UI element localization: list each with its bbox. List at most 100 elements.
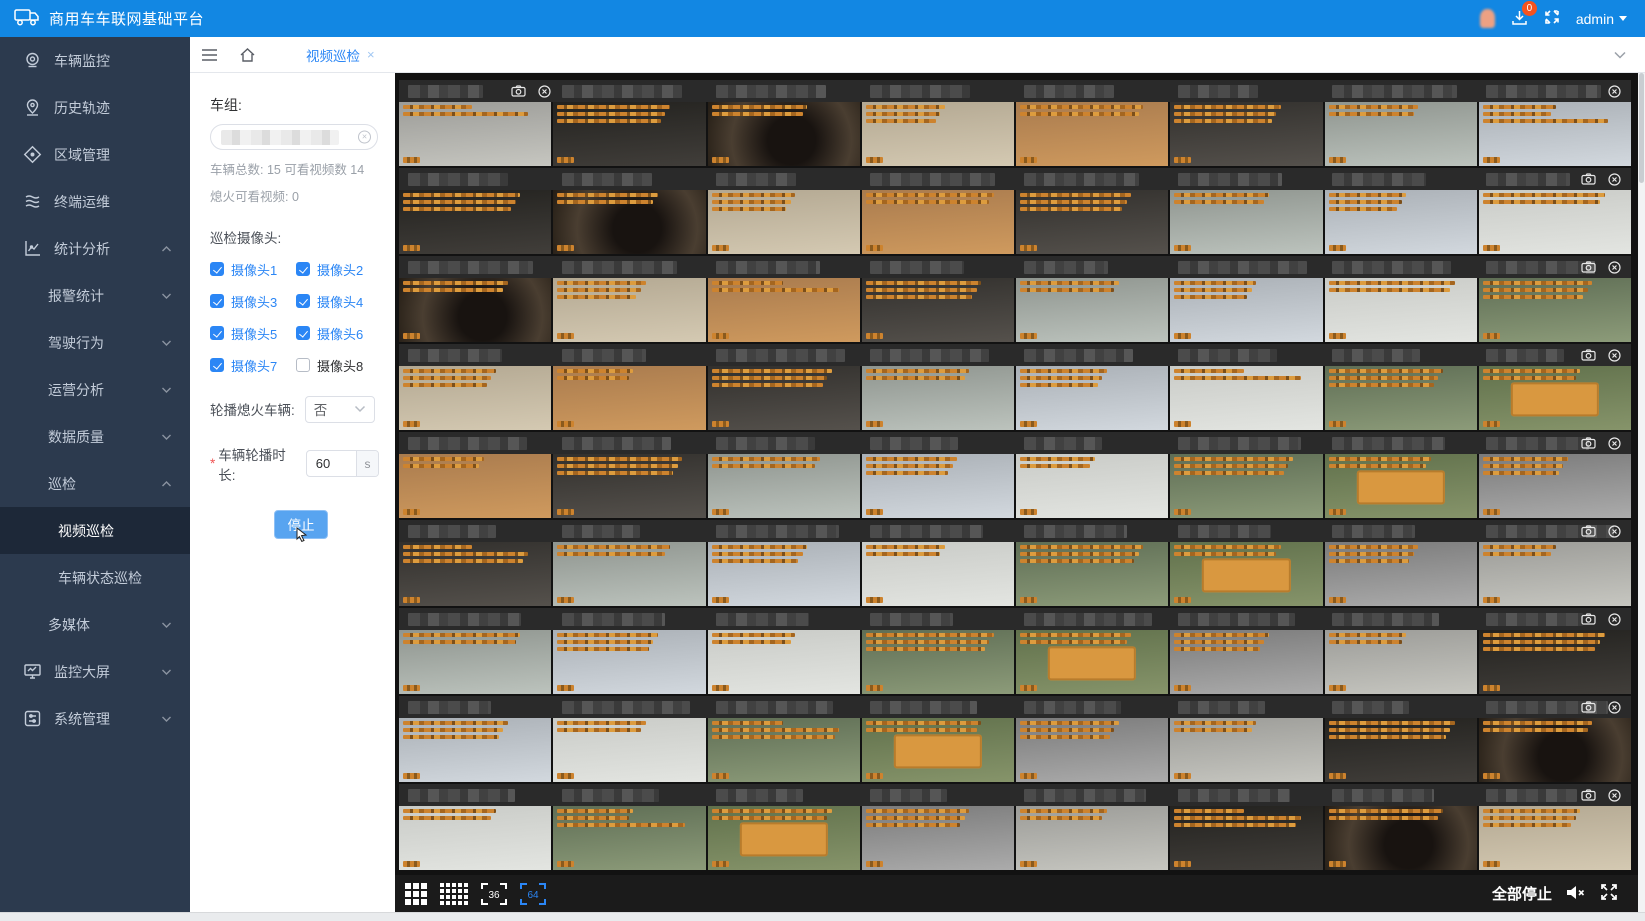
video-cell-r6c5[interactable]: [1016, 542, 1168, 606]
sidebar-item-9[interactable]: 数据质量: [0, 413, 190, 460]
video-cell-r1c8[interactable]: [1479, 102, 1631, 166]
sidebar-item-5[interactable]: 统计分析: [0, 225, 190, 272]
video-cell-r7c5[interactable]: [1016, 630, 1168, 694]
video-cell-r6c1[interactable]: [399, 542, 551, 606]
clear-input-icon[interactable]: ×: [358, 131, 371, 144]
video-cell-r2c4[interactable]: [862, 190, 1014, 254]
duration-input[interactable]: 60 s: [306, 450, 379, 477]
snapshot-camera-icon[interactable]: [1581, 613, 1596, 625]
camera-checkbox-8[interactable]: 摄像头8: [296, 356, 382, 375]
video-cell-r9c6[interactable]: [1170, 806, 1322, 870]
vehicle-group-input[interactable]: ×: [210, 124, 378, 150]
video-cell-r1c7[interactable]: [1325, 102, 1477, 166]
close-video-icon[interactable]: [1608, 261, 1621, 274]
tab-close-icon[interactable]: ×: [367, 47, 375, 62]
camera-checkbox-1[interactable]: 摄像头1: [210, 260, 296, 279]
video-cell-r5c2[interactable]: [553, 454, 705, 518]
stop-all-button[interactable]: 全部停止: [1492, 883, 1552, 904]
close-video-icon[interactable]: [1608, 85, 1621, 98]
video-cell-r2c6[interactable]: [1170, 190, 1322, 254]
video-cell-r3c4[interactable]: [862, 278, 1014, 342]
video-cell-r8c8[interactable]: [1479, 718, 1631, 782]
camera-checkbox-5[interactable]: 摄像头5: [210, 324, 296, 343]
video-cell-r9c5[interactable]: [1016, 806, 1168, 870]
video-cell-r3c1[interactable]: [399, 278, 551, 342]
video-cell-r7c3[interactable]: [708, 630, 860, 694]
scrollbar-thumb[interactable]: [1639, 73, 1644, 183]
video-cell-r4c8[interactable]: [1479, 366, 1631, 430]
video-cell-r2c7[interactable]: [1325, 190, 1477, 254]
video-cell-r2c2[interactable]: [553, 190, 705, 254]
video-cell-r1c2[interactable]: [553, 102, 705, 166]
sidebar-item-11[interactable]: 视频巡检: [0, 507, 190, 554]
snapshot-camera-icon[interactable]: [1581, 437, 1596, 449]
camera-checkbox-4[interactable]: 摄像头4: [296, 292, 382, 311]
video-cell-r6c3[interactable]: [708, 542, 860, 606]
sidebar-item-12[interactable]: 车辆状态巡检: [0, 554, 190, 601]
snapshot-camera-icon[interactable]: [511, 85, 526, 97]
close-video-icon[interactable]: [538, 85, 551, 98]
video-cell-r9c3[interactable]: [708, 806, 860, 870]
expand-fullscreen-icon[interactable]: [1600, 883, 1618, 904]
video-cell-r7c2[interactable]: [553, 630, 705, 694]
video-cell-r5c6[interactable]: [1170, 454, 1322, 518]
video-cell-r4c3[interactable]: [708, 366, 860, 430]
video-cell-r2c3[interactable]: [708, 190, 860, 254]
video-cell-r5c5[interactable]: [1016, 454, 1168, 518]
snapshot-camera-icon[interactable]: [1581, 525, 1596, 537]
close-video-icon[interactable]: [1608, 173, 1621, 186]
layout-25-grid-icon[interactable]: [440, 883, 468, 905]
close-video-icon[interactable]: [1608, 613, 1621, 626]
video-cell-r3c3[interactable]: [708, 278, 860, 342]
snapshot-camera-icon[interactable]: [1581, 789, 1596, 801]
video-cell-r3c7[interactable]: [1325, 278, 1477, 342]
sidebar-item-7[interactable]: 驾驶行为: [0, 319, 190, 366]
collapse-menu-icon[interactable]: [190, 37, 228, 73]
video-cell-r5c4[interactable]: [862, 454, 1014, 518]
close-video-icon[interactable]: [1608, 701, 1621, 714]
video-cell-r3c5[interactable]: [1016, 278, 1168, 342]
video-cell-r5c8[interactable]: [1479, 454, 1631, 518]
close-video-icon[interactable]: [1608, 789, 1621, 802]
video-cell-r2c1[interactable]: [399, 190, 551, 254]
video-cell-r6c7[interactable]: [1325, 542, 1477, 606]
layout-9-grid-icon[interactable]: [405, 883, 427, 905]
tab-list-chevron-icon[interactable]: [1613, 50, 1627, 60]
video-cell-r6c6[interactable]: [1170, 542, 1322, 606]
video-cell-r8c3[interactable]: [708, 718, 860, 782]
video-cell-r9c1[interactable]: [399, 806, 551, 870]
sidebar-item-14[interactable]: 监控大屏: [0, 648, 190, 695]
sidebar-item-3[interactable]: 区域管理: [0, 131, 190, 178]
video-cell-r5c7[interactable]: [1325, 454, 1477, 518]
close-video-icon[interactable]: [1608, 349, 1621, 362]
video-cell-r1c6[interactable]: [1170, 102, 1322, 166]
video-cell-r3c8[interactable]: [1479, 278, 1631, 342]
camera-checkbox-7[interactable]: 摄像头7: [210, 356, 296, 375]
video-cell-r4c7[interactable]: [1325, 366, 1477, 430]
video-cell-r8c4[interactable]: [862, 718, 1014, 782]
video-cell-r1c1[interactable]: [399, 102, 551, 166]
vertical-scrollbar[interactable]: [1638, 73, 1645, 912]
video-cell-r4c4[interactable]: [862, 366, 1014, 430]
video-cell-r6c2[interactable]: [553, 542, 705, 606]
camera-checkbox-2[interactable]: 摄像头2: [296, 260, 382, 279]
snapshot-camera-icon[interactable]: [1581, 173, 1596, 185]
video-cell-r4c1[interactable]: [399, 366, 551, 430]
download-icon[interactable]: 0: [1511, 9, 1528, 29]
snapshot-camera-icon[interactable]: [1581, 349, 1596, 361]
snapshot-camera-icon[interactable]: [1581, 261, 1596, 273]
home-icon[interactable]: [228, 37, 266, 73]
camera-checkbox-6[interactable]: 摄像头6: [296, 324, 382, 343]
sidebar-item-13[interactable]: 多媒体: [0, 601, 190, 648]
video-cell-r6c8[interactable]: [1479, 542, 1631, 606]
video-cell-r8c1[interactable]: [399, 718, 551, 782]
layout-64-icon[interactable]: 64: [520, 882, 546, 906]
sidebar-item-15[interactable]: 系统管理: [0, 695, 190, 742]
mute-icon[interactable]: [1566, 884, 1586, 904]
video-cell-r9c2[interactable]: [553, 806, 705, 870]
video-cell-r3c2[interactable]: [553, 278, 705, 342]
video-cell-r5c1[interactable]: [399, 454, 551, 518]
video-cell-r8c6[interactable]: [1170, 718, 1322, 782]
sidebar-item-4[interactable]: 终端运维: [0, 178, 190, 225]
video-cell-r8c2[interactable]: [553, 718, 705, 782]
